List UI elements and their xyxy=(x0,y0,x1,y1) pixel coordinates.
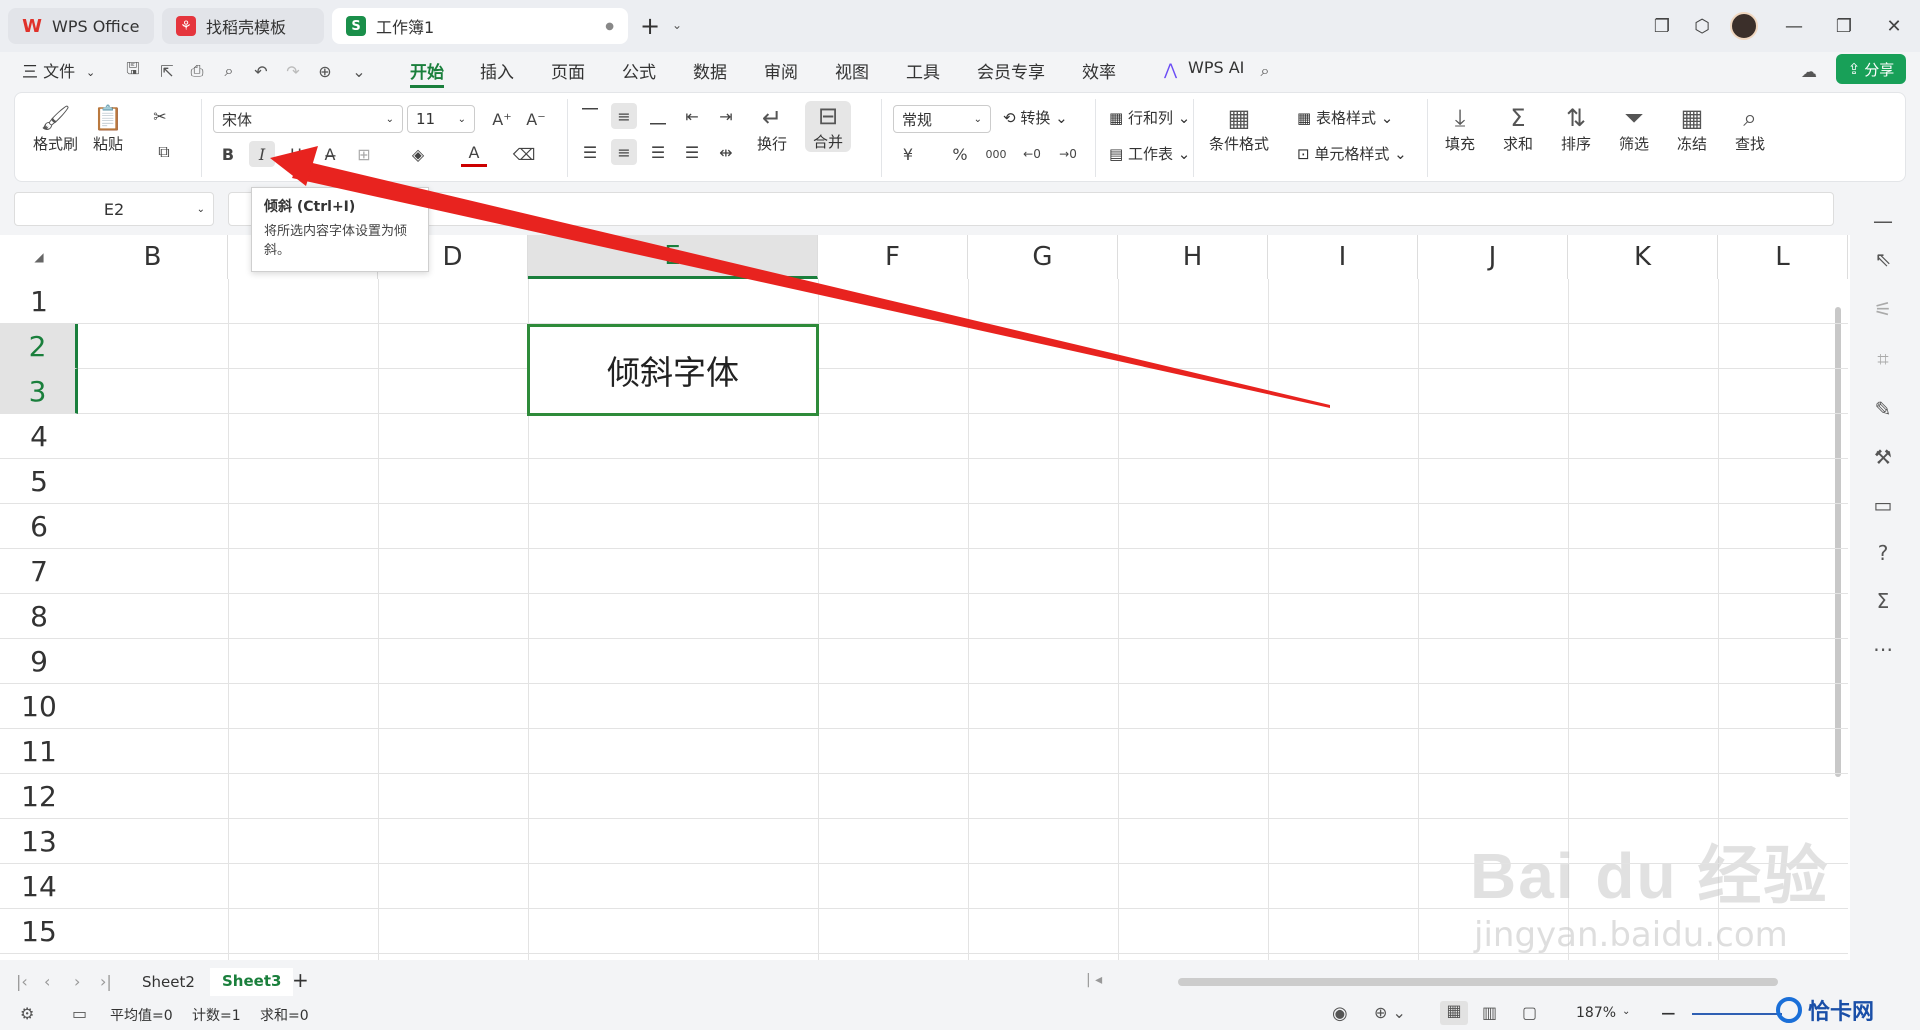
normal-view-icon[interactable]: ▦ xyxy=(1440,1001,1468,1025)
last-sheet-icon[interactable]: ›| xyxy=(100,972,112,991)
formula-add-icon[interactable]: Σ xyxy=(1866,584,1900,618)
sheet-bar: |‹ ‹ › ›| Sheet2 Sheet3 + | ◂ xyxy=(0,968,1850,998)
reader-icon[interactable]: ▭ xyxy=(1866,488,1900,522)
status-count: 计数=1 xyxy=(192,1008,241,1024)
page-view-icon[interactable]: ▥ xyxy=(1482,1003,1497,1022)
chevron-down-icon[interactable]: ⌄ xyxy=(1622,1006,1630,1017)
tools-icon[interactable]: ⚒ xyxy=(1866,440,1900,474)
watermark-logo-icon xyxy=(1776,997,1802,1023)
adjust-icon[interactable]: ⚟ xyxy=(1866,292,1900,326)
status-bar: ⚙ ▭ 平均值=0 计数=1 求和=0 ◉ ⊕ ⌄ ▦ ▥ ▢ 187% ⌄ −… xyxy=(0,997,1920,1030)
collapse-icon[interactable]: — xyxy=(1866,204,1900,238)
arrow-shaft xyxy=(292,160,1330,408)
annotation-arrow xyxy=(270,146,1330,408)
help-icon[interactable]: ? xyxy=(1866,536,1900,570)
first-sheet-icon[interactable]: |‹ xyxy=(16,972,28,991)
sheet-tab-sheet3[interactable]: Sheet3 xyxy=(210,968,294,996)
view-mode-icon[interactable]: ⊕ ⌄ xyxy=(1374,1003,1406,1022)
eye-protect-icon[interactable]: ◉ xyxy=(1332,1003,1348,1024)
zoom-slider[interactable] xyxy=(1692,1013,1782,1015)
status-sum: 求和=0 xyxy=(260,1008,309,1024)
status-average: 平均值=0 xyxy=(110,1008,173,1024)
transform-icon[interactable]: ⌗ xyxy=(1866,342,1900,376)
prev-sheet-icon[interactable]: ‹ xyxy=(44,972,50,991)
next-sheet-icon[interactable]: › xyxy=(74,972,80,991)
sheet-info-icon[interactable]: ▭ xyxy=(72,1004,87,1023)
zoom-level[interactable]: 187% xyxy=(1576,1005,1616,1021)
right-tool-panel: — ⇖ ⚟ ⌗ ✎ ⚒ ▭ ? Σ ⋯ xyxy=(1850,192,1920,998)
zoom-out-icon[interactable]: − xyxy=(1660,1001,1677,1025)
add-sheet-button[interactable]: + xyxy=(292,968,309,992)
select-pointer-icon[interactable]: ⇖ xyxy=(1866,242,1900,276)
macro-icon[interactable]: ⚙ xyxy=(20,1004,34,1023)
horizontal-scrollbar[interactable] xyxy=(1178,978,1778,986)
scroll-left-icon[interactable]: | ◂ xyxy=(1086,972,1102,988)
page-break-icon[interactable]: ▢ xyxy=(1522,1003,1537,1022)
more-icon[interactable]: ⋯ xyxy=(1866,632,1900,666)
sheet-tab-sheet2[interactable]: Sheet2 xyxy=(142,973,195,991)
sign-icon[interactable]: ✎ xyxy=(1866,392,1900,426)
